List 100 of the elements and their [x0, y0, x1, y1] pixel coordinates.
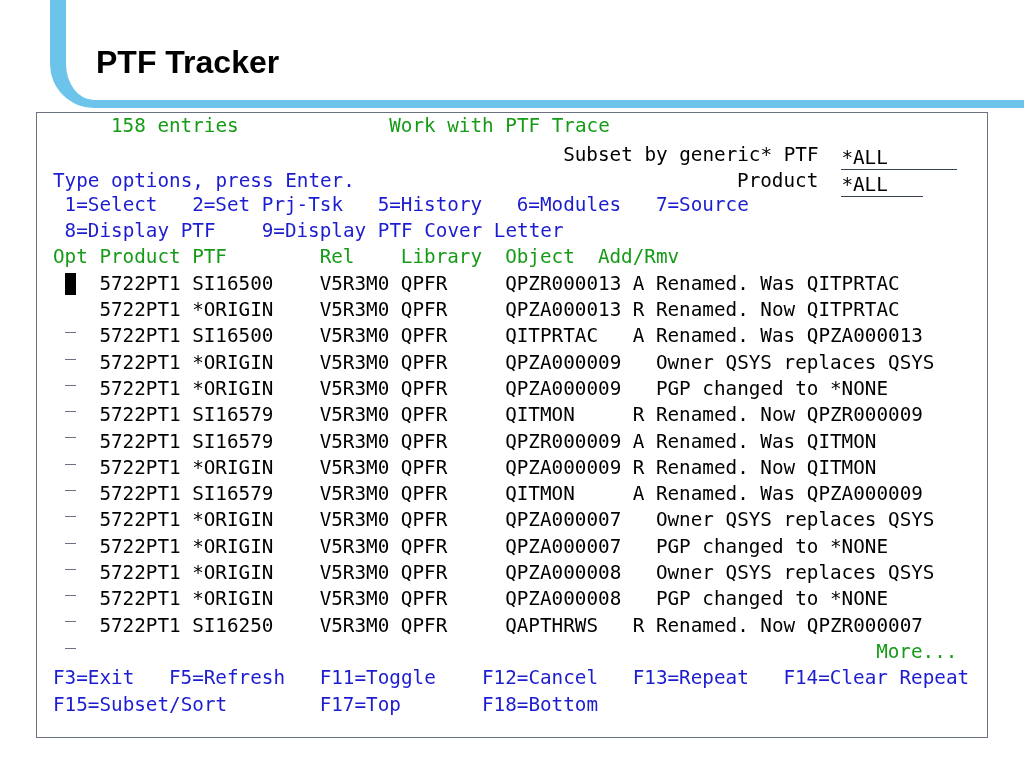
- option-text: 7=Source: [655, 191, 749, 218]
- table-cell-text: PGP changed to *NONE: [655, 533, 889, 560]
- table-cell: SI16579: [192, 481, 274, 508]
- table-cell: *ORIGIN: [192, 560, 274, 587]
- function-key: F3=Exit: [53, 665, 135, 692]
- option-text: 6=Modules: [516, 191, 622, 218]
- table-cell: Owner QSYS replaces QSYS: [655, 507, 935, 534]
- table-cell-text: SI16500: [192, 270, 274, 297]
- table-cell-text: *ORIGIN: [192, 454, 274, 481]
- table-cell: V5R3M0: [319, 402, 390, 429]
- table-cell: PGP changed to *NONE: [655, 586, 889, 613]
- table-cell-text: QPZA000007: [505, 533, 622, 560]
- table-cell: QPFR: [400, 481, 448, 508]
- function-key: F11=Toggle: [319, 665, 436, 692]
- table-cell: QPFR: [400, 323, 448, 350]
- table-cell: QPZA000009: [505, 349, 622, 376]
- table-cell-text: V5R3M0: [319, 270, 390, 297]
- table-cell-text: A: [632, 270, 645, 297]
- filter-label: Subset by generic* PTF: [563, 141, 819, 168]
- column-header: Add/Rmv: [597, 244, 680, 271]
- table-cell: Renamed. Now QPZR000009: [655, 402, 923, 429]
- table-cell: Renamed. Now QITPRTAC: [655, 297, 900, 324]
- option-text: 8=Display PTF: [64, 218, 216, 245]
- more-indicator: More...: [876, 638, 958, 665]
- table-cell: SI16250: [192, 612, 274, 639]
- table-cell: V5R3M0: [319, 586, 390, 613]
- table-cell: *ORIGIN: [192, 507, 274, 534]
- table-cell-text: *ORIGIN: [192, 375, 274, 402]
- table-cell-text: 5722PT1: [99, 270, 181, 297]
- option-text: 9=Display PTF Cover Letter: [261, 218, 564, 245]
- table-cell: QPFR: [400, 507, 448, 534]
- table-cell: A: [632, 323, 645, 350]
- option-text: 5=History: [377, 191, 483, 218]
- table-cell: QPFR: [400, 402, 448, 429]
- table-cell: 5722PT1: [99, 402, 181, 429]
- table-cell-text: Renamed. Was QITPRTAC: [655, 270, 900, 297]
- table-cell: QPFR: [400, 560, 448, 587]
- table-cell: R: [632, 402, 645, 429]
- table-cell: V5R3M0: [319, 612, 390, 639]
- screen-title: Work with PTF Trace: [389, 113, 610, 139]
- function-key: F5=Refresh: [168, 665, 286, 692]
- table-cell-text: QPFR: [400, 454, 448, 481]
- column-header: Opt: [53, 244, 88, 271]
- column-header: Rel: [319, 244, 355, 271]
- table-cell: QITPRTAC: [505, 323, 599, 350]
- table-cell: Renamed. Was QPZA000013: [655, 323, 923, 350]
- table-cell: Renamed. Was QPZA000009: [655, 481, 923, 508]
- table-cell-text: V5R3M0: [319, 375, 390, 402]
- table-cell: QPFR: [400, 612, 448, 639]
- table-cell: Owner QSYS replaces QSYS: [655, 560, 935, 587]
- table-cell: *ORIGIN: [192, 349, 274, 376]
- table-cell: QPFR: [400, 428, 448, 455]
- function-key: F14=Clear Repeat: [783, 665, 970, 692]
- table-cell: QPFR: [400, 349, 448, 376]
- table-cell-text: QPFR: [400, 270, 448, 297]
- instructions-text: Type options, press Enter.: [53, 167, 355, 194]
- table-cell-text: *ORIGIN: [192, 533, 274, 560]
- table-cell: QPZA000008: [505, 560, 622, 587]
- table-cell-text: 5722PT1: [99, 533, 181, 560]
- slide-title: PTF Tracker: [96, 46, 280, 78]
- table-cell-text: QPZR000013: [505, 270, 622, 297]
- table-cell-text: QPZA000009: [505, 375, 622, 402]
- table-cell: R: [632, 612, 645, 639]
- table-cell: SI16500: [192, 323, 274, 350]
- function-key: F12=Cancel: [481, 665, 599, 692]
- table-cell: V5R3M0: [319, 507, 390, 534]
- table-cell: SI16579: [192, 428, 274, 455]
- function-key: F18=Bottom: [481, 691, 599, 718]
- table-cell: QAPTHRWS: [505, 612, 599, 639]
- filter-field[interactable]: *ALL: [841, 147, 958, 171]
- table-cell-text: QPFR: [400, 533, 448, 560]
- table-cell: QPZR000009: [505, 428, 622, 455]
- table-cell: 5722PT1: [99, 428, 181, 455]
- table-cell-text: V5R3M0: [319, 454, 390, 481]
- option-text: 2=Set Prj-Tsk: [192, 191, 344, 218]
- table-cell: QITMON: [505, 481, 575, 508]
- table-cell: 5722PT1: [99, 297, 181, 324]
- table-cell: R: [632, 297, 645, 324]
- table-cell-text: QPZA000009: [505, 454, 622, 481]
- table-cell: QPFR: [400, 586, 448, 613]
- function-key: F13=Repeat: [632, 665, 749, 692]
- option-field[interactable]: [64, 272, 77, 295]
- table-cell: A: [632, 481, 645, 508]
- table-cell: 5722PT1: [99, 612, 181, 639]
- table-cell: *ORIGIN: [192, 586, 274, 613]
- table-cell: V5R3M0: [319, 323, 390, 350]
- table-cell: QPFR: [400, 297, 448, 324]
- table-cell: QPZA000013: [505, 297, 622, 324]
- table-cell-text: 5722PT1: [99, 454, 181, 481]
- column-header: PTF: [192, 244, 227, 271]
- filter-field[interactable]: *ALL: [841, 173, 923, 197]
- table-cell: QPZA000007: [505, 507, 622, 534]
- table-cell-text: Renamed. Now QITMON: [655, 454, 877, 481]
- table-cell: Renamed. Was QITMON: [655, 428, 877, 455]
- table-cell-text: V5R3M0: [319, 533, 390, 560]
- table-cell-text: QPFR: [400, 375, 448, 402]
- column-header: Library: [400, 244, 483, 271]
- table-cell: V5R3M0: [319, 297, 390, 324]
- function-key: F15=Subset/Sort: [53, 691, 228, 718]
- table-cell-text: PGP changed to *NONE: [655, 375, 889, 402]
